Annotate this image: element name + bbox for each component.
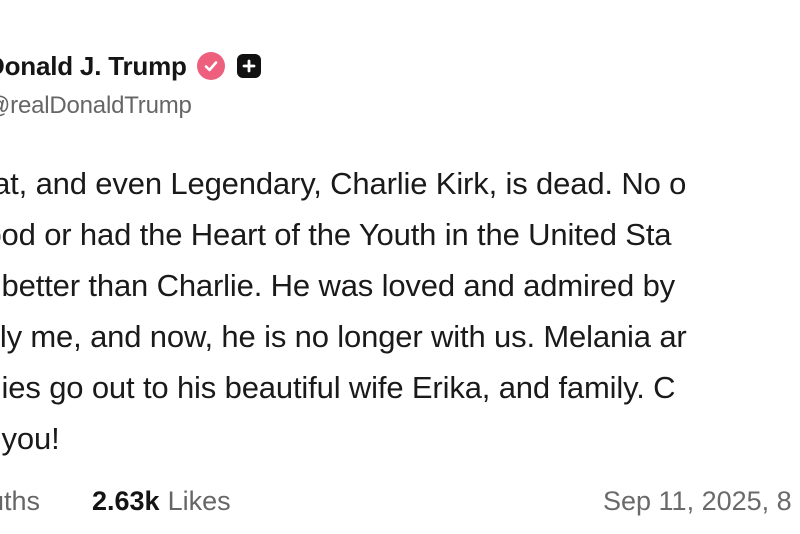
post-card: Donald J. Trump @realDonaldTrump eat, an… (0, 0, 800, 534)
checkmark-icon (204, 61, 217, 72)
plus-square-icon[interactable] (236, 54, 261, 78)
likes-count: 2.63k (92, 486, 160, 516)
author-row: Donald J. Trump (0, 48, 261, 84)
post-footer: ruths 2.63kLikes Sep 11, 2025, 8 (0, 486, 800, 524)
post-line: thies go out to his beautiful wife Erika… (0, 370, 676, 405)
post-line: tood or had the Heart of the Youth in th… (0, 217, 672, 252)
post-timestamp[interactable]: Sep 11, 2025, 8 (603, 486, 792, 517)
post-body: eat, and even Legendary, Charlie Kirk, i… (0, 158, 800, 464)
post-line: eat, and even Legendary, Charlie Kirk, i… (0, 166, 687, 201)
plus-icon (242, 59, 256, 73)
author-handle[interactable]: @realDonaldTrump (0, 92, 192, 120)
post-line: e you! (0, 421, 60, 456)
post-line: a better than Charlie. He was loved and … (0, 268, 676, 303)
truths-stat[interactable]: ruths (0, 486, 40, 517)
author-display-name[interactable]: Donald J. Trump (0, 51, 187, 82)
verified-badge-icon (196, 52, 225, 80)
post-line: ally me, and now, he is no longer with u… (0, 319, 687, 354)
likes-label: Likes (167, 486, 231, 516)
likes-stat[interactable]: 2.63k Likes (92, 486, 231, 517)
post-header: Donald J. Trump @realDonaldTrump (0, 48, 406, 126)
